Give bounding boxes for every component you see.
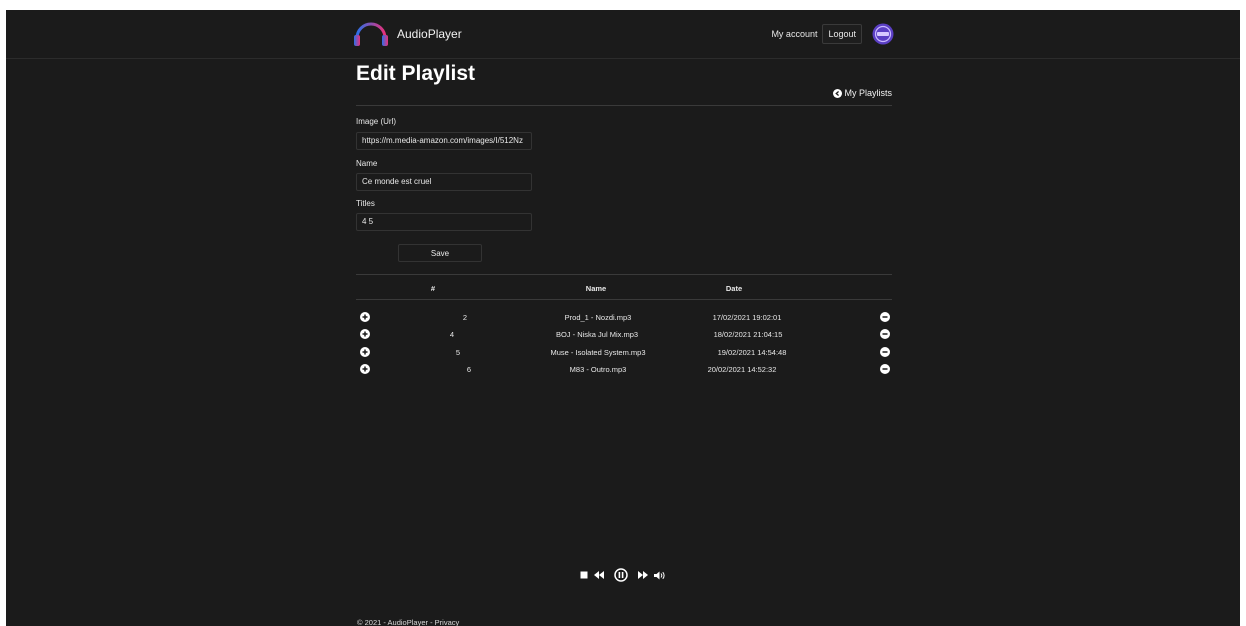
player-controls <box>580 568 666 582</box>
navbar: AudioPlayer My account Logout <box>6 10 1240 59</box>
track-date: 20/02/2021 14:52:32 <box>707 365 777 374</box>
remove-track-icon[interactable] <box>880 364 890 374</box>
track-date: 19/02/2021 14:54:48 <box>717 348 787 357</box>
track-date: 17/02/2021 19:02:01 <box>712 313 782 322</box>
my-account-link[interactable]: My account <box>771 29 817 39</box>
privacy-link[interactable]: Privacy <box>435 618 460 626</box>
divider <box>356 105 892 106</box>
brand-name: AudioPlayer <box>397 27 462 41</box>
image-url-label: Image (Url) <box>356 117 397 126</box>
my-playlists-label: My Playlists <box>844 88 892 98</box>
arrow-circle-left-icon <box>833 88 843 98</box>
avatar-icon[interactable] <box>872 23 894 45</box>
audio-logo-icon <box>354 22 388 48</box>
page-title: Edit Playlist <box>356 62 476 85</box>
track-number: 6 <box>466 365 472 374</box>
pause-icon[interactable] <box>614 568 628 582</box>
track-number: 2 <box>462 313 468 322</box>
table-row: 5 Muse - Isolated System.mp3 19/02/2021 … <box>356 346 892 364</box>
track-number: 5 <box>455 348 461 357</box>
track-name: Muse - Isolated System.mp3 <box>550 348 646 357</box>
track-name: BOJ - Niska Jul Mix.mp3 <box>555 330 639 339</box>
column-header-number: # <box>430 284 436 293</box>
divider <box>356 274 892 275</box>
table-row: 4 BOJ - Niska Jul Mix.mp3 18/02/2021 21:… <box>356 328 892 346</box>
table-row: 6 M83 - Outro.mp3 20/02/2021 14:52:32 <box>356 363 892 381</box>
footer-copyright: © 2021 - AudioPlayer - <box>357 618 435 626</box>
nav-right: My account Logout <box>771 23 894 45</box>
titles-input[interactable]: 4 5 <box>356 213 532 231</box>
name-input[interactable]: Ce monde est cruel <box>356 173 532 191</box>
remove-track-icon[interactable] <box>880 329 890 339</box>
save-button[interactable]: Save <box>398 244 482 262</box>
logout-button[interactable]: Logout <box>822 24 862 44</box>
divider <box>356 299 892 300</box>
add-track-icon[interactable] <box>360 312 370 322</box>
column-header-date: Date <box>725 284 743 293</box>
track-name: Prod_1 - Nozdi.mp3 <box>564 313 632 322</box>
column-header-name: Name <box>585 284 607 293</box>
brand[interactable]: AudioPlayer <box>352 18 462 50</box>
image-url-input[interactable]: https://m.media-amazon.com/images/I/512N… <box>356 132 532 150</box>
add-track-icon[interactable] <box>360 364 370 374</box>
app-frame: AudioPlayer My account Logout Edit Playl… <box>6 10 1240 626</box>
my-playlists-link[interactable]: My Playlists <box>833 88 892 98</box>
remove-track-icon[interactable] <box>880 312 890 322</box>
name-label: Name <box>356 159 378 168</box>
titles-label: Titles <box>356 199 375 208</box>
table-row: 2 Prod_1 - Nozdi.mp3 17/02/2021 19:02:01 <box>356 311 892 329</box>
rewind-icon[interactable] <box>594 571 604 579</box>
add-track-icon[interactable] <box>360 347 370 357</box>
remove-track-icon[interactable] <box>880 347 890 357</box>
add-track-icon[interactable] <box>360 329 370 339</box>
fast-forward-icon[interactable] <box>638 571 648 579</box>
volume-icon[interactable] <box>654 571 666 580</box>
track-date: 18/02/2021 21:04:15 <box>713 330 783 339</box>
footer: © 2021 - AudioPlayer - Privacy <box>357 618 459 626</box>
stop-icon[interactable] <box>580 571 588 579</box>
track-name: M83 - Outro.mp3 <box>569 365 627 374</box>
track-number: 4 <box>449 330 455 339</box>
